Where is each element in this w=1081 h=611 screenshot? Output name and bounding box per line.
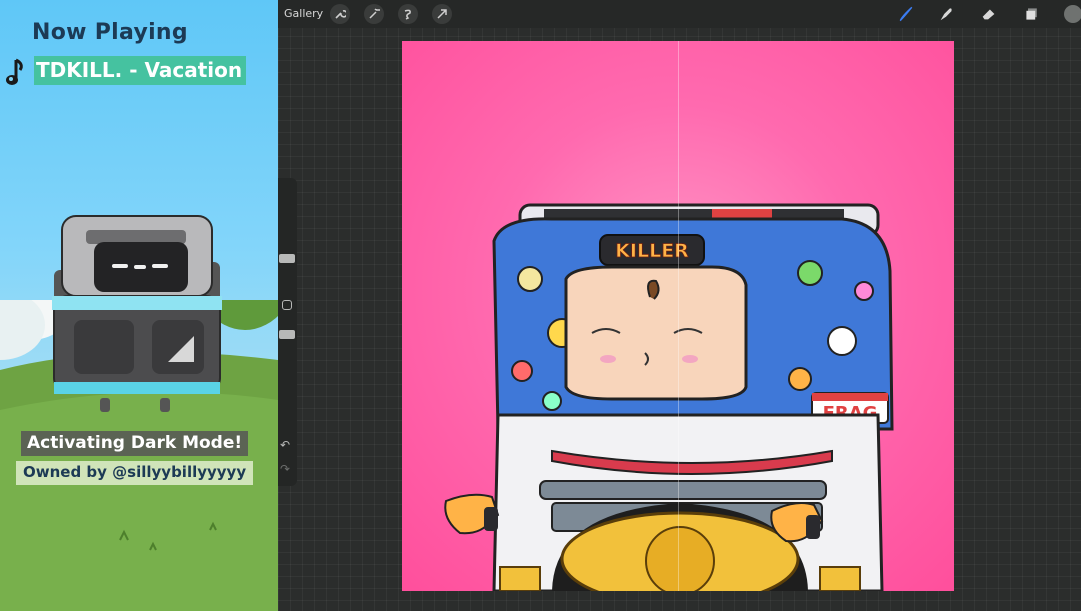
music-note-icon [6,58,23,85]
status-banner: Activating Dark Mode! [21,431,249,456]
gallery-button[interactable]: Gallery [284,7,323,20]
drawing-app: Gallery ↶ ↷ KILLER [278,0,1081,611]
selection-icon[interactable] [398,4,418,24]
owner-credit: Owned by @sillyybillyyyyy [16,461,254,485]
brush-size-slider[interactable] [279,254,295,263]
redo-icon[interactable]: ↷ [280,462,290,476]
opacity-slider[interactable] [279,330,295,339]
modify-button[interactable] [282,300,292,310]
transform-arrow-icon[interactable] [432,4,452,24]
brush-icon[interactable] [895,4,917,24]
smudge-icon[interactable] [935,4,957,24]
stream-overlay: Now Playing TDKILL. - Vacation Activatin… [0,0,278,611]
now-playing-heading: Now Playing [32,20,188,45]
track-title-badge: TDKILL. - Vacation [34,56,247,85]
top-toolbar: Gallery [278,0,1081,28]
layers-icon[interactable] [1021,4,1043,24]
color-icon[interactable] [1064,5,1081,23]
robot-mascot [52,215,222,412]
drawing-canvas[interactable]: KILLER FRAG [402,41,954,591]
magic-wand-icon[interactable] [364,4,384,24]
undo-icon[interactable]: ↶ [280,438,290,452]
symmetry-guide [678,41,679,591]
side-slider-bar: ↶ ↷ [278,178,297,486]
wrench-icon[interactable] [330,4,350,24]
eraser-icon[interactable] [978,4,1000,24]
